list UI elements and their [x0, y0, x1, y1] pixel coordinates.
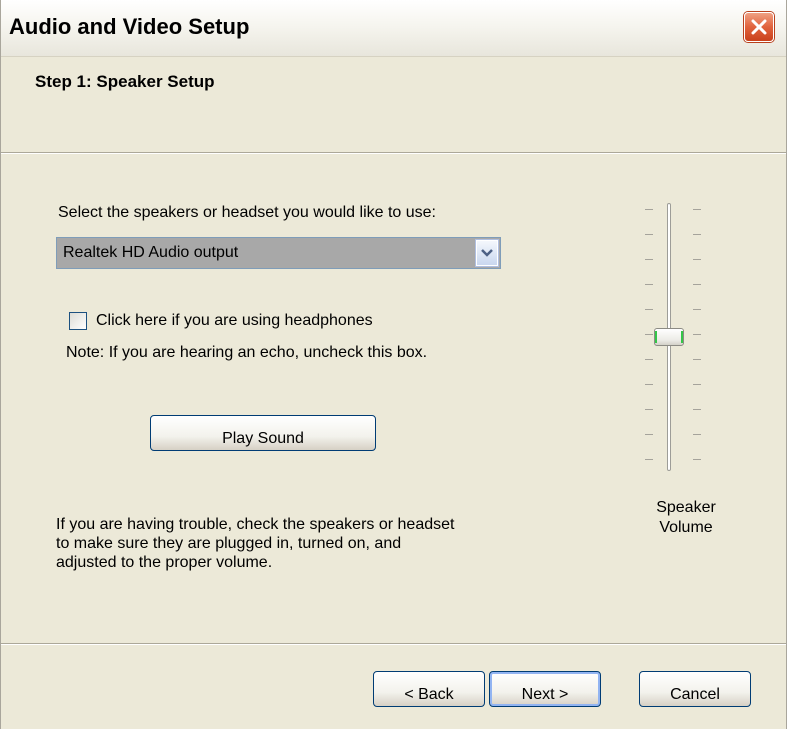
troubleshooting-line-1: If you are having trouble, check the spe…: [56, 516, 455, 533]
slider-tick: [693, 259, 701, 260]
step-title: Step 1: Speaker Setup: [35, 72, 215, 91]
slider-tick: [645, 209, 653, 210]
slider-tick: [693, 384, 701, 385]
slider-tick: [645, 409, 653, 410]
back-button-label: < Back: [404, 686, 454, 703]
audio-video-setup-dialog: Audio and Video Setup Step 1: Speaker Se…: [0, 0, 787, 729]
next-button[interactable]: Next >: [489, 671, 601, 707]
window-title: Audio and Video Setup: [9, 14, 250, 39]
slider-tick: [645, 434, 653, 435]
slider-tick: [645, 384, 653, 385]
play-sound-button[interactable]: Play Sound: [150, 415, 376, 451]
slider-tick: [645, 309, 653, 310]
slider-tick: [693, 309, 701, 310]
troubleshooting-text: If you are having trouble, check the spe…: [56, 515, 556, 572]
slider-tick: [645, 284, 653, 285]
speaker-volume-label-line2: Volume: [659, 519, 713, 536]
header-divider: [1, 152, 786, 154]
speaker-device-select[interactable]: Realtek HD Audio output: [56, 237, 501, 269]
slider-tick: [693, 284, 701, 285]
select-speakers-label: Select the speakers or headset you would…: [58, 204, 436, 221]
title-bar[interactable]: Audio and Video Setup: [1, 0, 786, 57]
slider-tick: [693, 359, 701, 360]
headphones-checkbox-label[interactable]: Click here if you are using headphones: [96, 312, 373, 330]
headphones-checkbox[interactable]: [69, 312, 87, 330]
slider-tick: [645, 259, 653, 260]
next-button-label: Next >: [521, 686, 569, 703]
slider-tick: [693, 409, 701, 410]
dropdown-button[interactable]: [476, 240, 498, 266]
slider-tick: [645, 234, 653, 235]
speaker-device-value: Realtek HD Audio output: [63, 244, 239, 261]
close-button[interactable]: [744, 12, 774, 42]
cancel-button[interactable]: Cancel: [639, 671, 751, 707]
slider-tick: [693, 459, 701, 460]
back-button[interactable]: < Back: [373, 671, 485, 707]
echo-note: Note: If you are hearing an echo, unchec…: [66, 344, 428, 361]
slider-tick: [693, 234, 701, 235]
play-sound-label: Play Sound: [222, 430, 304, 447]
speaker-volume-label: Speaker Volume: [636, 498, 736, 538]
wizard-header: Step 1: Speaker Setup: [1, 57, 786, 153]
troubleshooting-line-2: to make sure they are plugged in, turned…: [56, 535, 402, 552]
chevron-down-icon: [481, 249, 493, 257]
speaker-volume-slider[interactable]: [631, 195, 741, 485]
slider-tick: [645, 359, 653, 360]
close-icon: [751, 19, 767, 35]
footer-divider: [1, 643, 786, 645]
troubleshooting-line-3: adjusted to the proper volume.: [56, 554, 273, 571]
slider-thumb[interactable]: [654, 328, 684, 346]
slider-tick: [693, 209, 701, 210]
cancel-button-label: Cancel: [670, 686, 720, 703]
slider-tick: [693, 334, 701, 335]
slider-tick: [645, 334, 653, 335]
slider-tick: [693, 434, 701, 435]
slider-tick: [645, 459, 653, 460]
speaker-volume-label-line1: Speaker: [656, 499, 716, 516]
